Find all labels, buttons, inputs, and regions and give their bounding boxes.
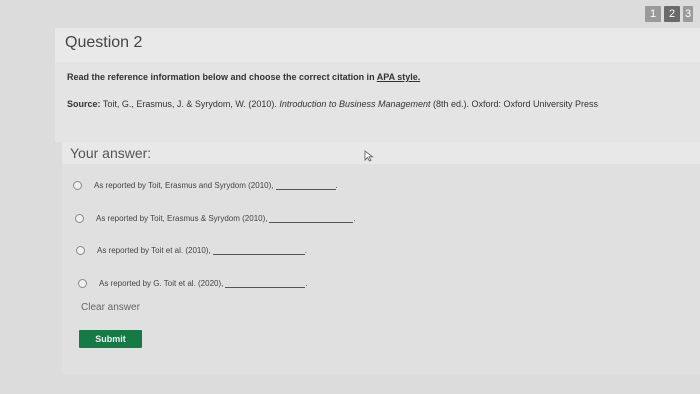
page-tab-3[interactable]: 3 — [683, 6, 693, 22]
radio-circle-icon[interactable] — [76, 246, 85, 255]
option-text: As reported by G. Toit et al. (2020), — [99, 279, 224, 288]
answer-option-3[interactable]: As reported by Toit et al. (2010), . — [76, 246, 307, 255]
apa-style-link[interactable]: APA style. — [377, 72, 421, 82]
your-answer-label: Your answer: — [70, 145, 152, 161]
answer-option-4[interactable]: As reported by G. Toit et al. (2020), . — [78, 279, 308, 288]
answer-option-2[interactable]: As reported by Toit, Erasmus & Syrydom (… — [75, 214, 356, 223]
page-tab-1[interactable]: 1 — [645, 6, 661, 22]
page-tab-2[interactable]: 2 — [664, 6, 680, 22]
answer-option-1[interactable]: As reported by Toit, Erasmus and Syrydom… — [73, 181, 338, 190]
page-navigation: 1 2 3 — [645, 6, 693, 22]
question-title: Question 2 — [65, 34, 143, 51]
option-text: As reported by Toit et al. (2010), — [97, 246, 211, 255]
question-header: Question 2 — [55, 28, 700, 62]
instruction-text: Read the reference information below and… — [67, 72, 377, 82]
option-period: . — [304, 246, 307, 255]
mouse-pointer-icon — [364, 150, 374, 162]
submit-button[interactable]: Submit — [79, 330, 142, 348]
blank-line — [275, 182, 336, 190]
source-label: Source: — [67, 99, 101, 109]
reference-source: Source: Toit, G., Erasmus, J. & Syrydom,… — [67, 99, 598, 109]
option-period: . — [305, 279, 308, 288]
blank-line — [212, 247, 305, 255]
option-period: . — [353, 214, 356, 223]
radio-circle-icon[interactable] — [78, 279, 87, 288]
source-publisher: (8th ed.). Oxford: Oxford University Pre… — [430, 99, 599, 109]
answer-header: Your answer: — [62, 142, 700, 164]
source-book-title: Introduction to Business Management — [279, 99, 431, 109]
option-text: As reported by Toit, Erasmus & Syrydom (… — [96, 214, 268, 223]
blank-line — [269, 215, 354, 223]
clear-answer-link[interactable]: Clear answer — [81, 302, 140, 313]
option-period: . — [335, 181, 338, 190]
radio-circle-icon[interactable] — [75, 214, 84, 223]
question-instruction: Read the reference information below and… — [67, 72, 420, 82]
option-text: As reported by Toit, Erasmus and Syrydom… — [94, 181, 274, 190]
blank-line — [225, 280, 306, 288]
question-body: Read the reference information below and… — [55, 62, 700, 142]
radio-circle-icon[interactable] — [73, 181, 82, 190]
source-authors: Toit, G., Erasmus, J. & Syrydom, W. (201… — [100, 99, 280, 109]
answer-options — [62, 164, 700, 374]
